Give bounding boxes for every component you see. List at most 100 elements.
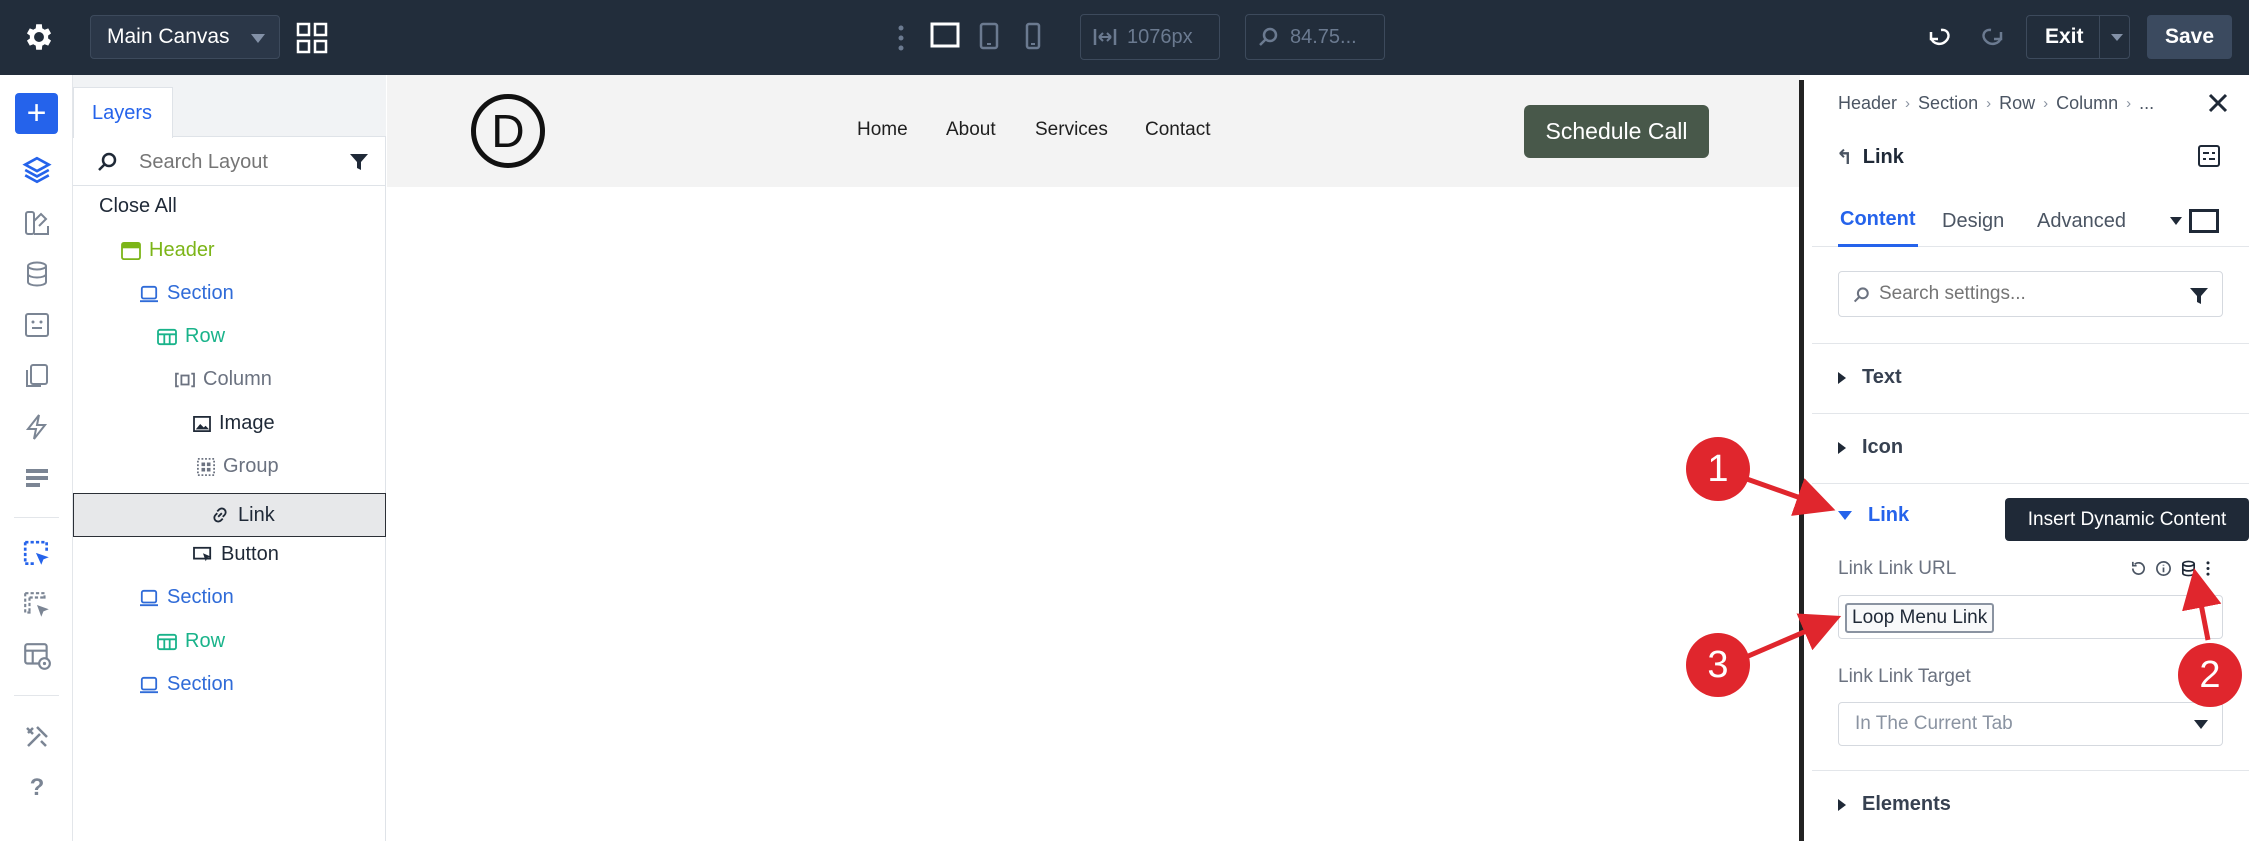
breadcrumb-header[interactable]: Header: [1838, 93, 1897, 114]
tab-layers[interactable]: Layers: [73, 87, 173, 138]
canvas-width-field[interactable]: 1076px: [1080, 14, 1220, 60]
select-element-icon[interactable]: [20, 537, 54, 571]
layer-button[interactable]: Button: [73, 533, 386, 576]
undo-icon[interactable]: [1928, 24, 1954, 50]
link-url-field[interactable]: Loop Menu Link: [1838, 595, 2223, 639]
reset-icon[interactable]: [2130, 560, 2147, 577]
toggle-link-group[interactable]: Link: [1838, 504, 1909, 527]
row-icon: [157, 633, 177, 650]
layer-header[interactable]: Header: [73, 229, 386, 272]
breadcrumb-more[interactable]: ...: [2139, 93, 2154, 114]
layer-section[interactable]: Section: [73, 272, 386, 315]
settings-tabs: Content Design Advanced: [1812, 195, 2249, 247]
zoom-value: 84.75...: [1290, 25, 1357, 48]
layers-search-input[interactable]: [139, 147, 339, 177]
width-arrows-icon: [1093, 29, 1117, 45]
nav-link-contact[interactable]: Contact: [1145, 119, 1210, 141]
desktop-view-icon[interactable]: [2189, 209, 2219, 233]
tools-icon[interactable]: [20, 720, 54, 754]
close-icon[interactable]: [2208, 93, 2228, 113]
layer-column[interactable]: Column: [73, 358, 386, 401]
layer-section[interactable]: Section: [73, 576, 386, 619]
filter-icon[interactable]: [2189, 286, 2209, 306]
template-icon[interactable]: [20, 308, 54, 342]
filter-icon[interactable]: [349, 152, 369, 172]
zoom-field[interactable]: 84.75...: [1245, 14, 1385, 60]
group-label: Icon: [1862, 436, 1904, 458]
back-arrow-icon[interactable]: ↰: [1836, 145, 1853, 170]
design-tools-icon[interactable]: [20, 206, 54, 240]
layer-label: Row: [185, 325, 226, 347]
settings-search: [1838, 271, 2223, 317]
add-module-button[interactable]: +: [15, 93, 58, 134]
layer-label: Header: [149, 239, 215, 261]
tablet-view-icon[interactable]: [979, 22, 999, 50]
presets-icon[interactable]: [2198, 145, 2220, 167]
list-layout-icon[interactable]: [20, 461, 54, 495]
layer-label: Row: [185, 630, 226, 652]
toggle-elements-group[interactable]: Elements: [1838, 793, 1951, 816]
info-icon[interactable]: [2155, 560, 2172, 577]
section-icon: [140, 676, 158, 693]
rail-divider: [14, 695, 59, 696]
close-all-button[interactable]: Close All: [99, 195, 177, 218]
nav-link-about[interactable]: About: [946, 119, 996, 141]
phone-view-icon[interactable]: [1025, 22, 1041, 50]
group-label: Elements: [1862, 793, 1951, 815]
layer-group[interactable]: Group: [73, 445, 386, 488]
toggle-text-group[interactable]: Text: [1838, 366, 1902, 389]
layer-row[interactable]: Row: [73, 315, 386, 358]
layer-row[interactable]: Row: [73, 620, 386, 663]
grid-icon[interactable]: [296, 22, 328, 54]
tab-advanced[interactable]: Advanced: [2037, 195, 2126, 247]
redo-icon[interactable]: [1978, 24, 2004, 50]
header-icon: [121, 241, 141, 260]
desktop-view-icon[interactable]: [930, 22, 960, 48]
divider: [1812, 413, 2249, 414]
tab-design[interactable]: Design: [1942, 195, 2004, 247]
row-icon: [157, 328, 177, 345]
chevron-right-icon: ›: [2126, 95, 2132, 112]
breadcrumb-column[interactable]: Column: [2056, 93, 2118, 114]
caret-down-icon: [1838, 511, 1852, 520]
preview-layout-icon[interactable]: [20, 639, 54, 673]
site-header[interactable]: D Home About Services Contact Schedule C…: [387, 75, 1800, 187]
annotation-badge-2: 2: [2178, 643, 2242, 707]
layer-link-selected[interactable]: Link: [73, 493, 386, 537]
chevron-right-icon: ›: [1905, 95, 1911, 112]
breadcrumb-section[interactable]: Section: [1918, 93, 1978, 114]
site-logo[interactable]: D: [471, 94, 545, 168]
schedule-call-button[interactable]: Schedule Call: [1524, 105, 1709, 158]
save-button[interactable]: Save: [2147, 15, 2232, 59]
tab-content[interactable]: Content: [1838, 195, 1918, 247]
link-target-select[interactable]: In The Current Tab: [1838, 702, 2223, 746]
nav-link-home[interactable]: Home: [857, 119, 908, 141]
chevron-down-icon[interactable]: [2111, 34, 2123, 41]
layers-icon[interactable]: [20, 153, 54, 187]
layer-label: Button: [221, 543, 279, 565]
more-vertical-icon[interactable]: [896, 24, 906, 52]
canvas-select[interactable]: Main Canvas: [90, 15, 280, 59]
divider: [1812, 483, 2249, 484]
toggle-icon-group[interactable]: Icon: [1838, 436, 1903, 459]
database-icon[interactable]: [2180, 560, 2197, 577]
nav-link-services[interactable]: Services: [1035, 119, 1108, 141]
help-icon[interactable]: ?: [20, 771, 54, 805]
multi-select-icon[interactable]: [20, 588, 54, 622]
chevron-right-icon: ›: [1986, 95, 1992, 112]
builder-canvas[interactable]: D Home About Services Contact Schedule C…: [387, 75, 1800, 841]
breadcrumb-row[interactable]: Row: [1999, 93, 2035, 114]
button-icon: [193, 546, 212, 561]
lightning-icon[interactable]: [20, 410, 54, 444]
database-icon[interactable]: [20, 257, 54, 291]
dynamic-content-tag[interactable]: Loop Menu Link: [1845, 603, 1995, 633]
settings-search-input[interactable]: [1879, 280, 2169, 308]
layer-section[interactable]: Section: [73, 663, 386, 706]
gear-icon[interactable]: [22, 20, 56, 54]
link-target-value: In The Current Tab: [1855, 713, 2013, 734]
more-vertical-icon[interactable]: [2205, 560, 2211, 577]
exit-button[interactable]: Exit: [2026, 15, 2130, 59]
pages-icon[interactable]: [20, 359, 54, 393]
layer-image[interactable]: Image: [73, 402, 386, 445]
chevron-down-icon[interactable]: [2170, 217, 2182, 225]
